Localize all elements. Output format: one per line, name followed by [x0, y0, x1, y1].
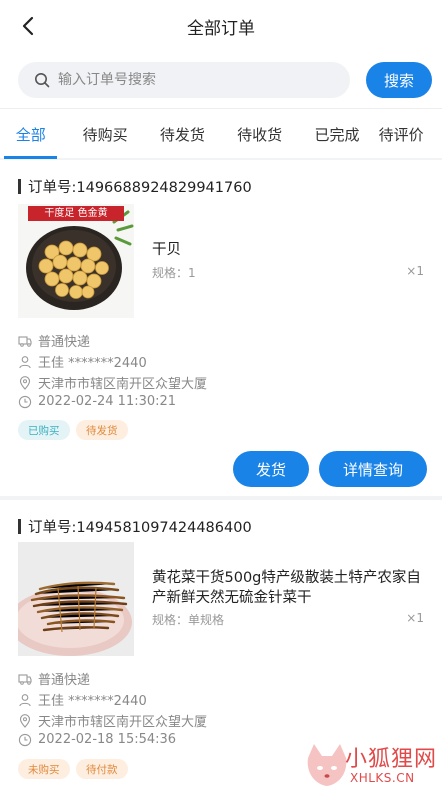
recipient-row: 王佳 *******2440	[18, 690, 147, 709]
order-time: 2022-02-18 15:54:36	[38, 732, 177, 747]
orders-page: 全部订单 搜索 全部 待购买 待发货 待收货 已完成 待评价 订单号:14966…	[0, 0, 442, 792]
delivery-method: 普通快递	[38, 673, 91, 688]
delivery-row: 普通快递	[18, 669, 90, 688]
shipping-address: 天津市市辖区南开区众望大厦	[38, 377, 208, 392]
order-number: 订单号:1496688924829941760	[18, 176, 252, 197]
order-number-text: 订单号:1494581097424486400	[28, 520, 252, 536]
truck-icon	[18, 672, 32, 686]
location-pin-icon	[18, 375, 32, 390]
ship-button[interactable]: 发货	[233, 451, 309, 487]
watermark-subtitle: XHLKS.CN	[350, 771, 415, 785]
truck-icon	[18, 334, 32, 348]
time-row: 2022-02-18 15:54:36	[18, 732, 176, 747]
order-number: 订单号:1494581097424486400	[18, 516, 252, 537]
tab-all[interactable]: 全部	[4, 109, 58, 159]
search-button[interactable]: 搜索	[366, 62, 432, 98]
tab-to-ship[interactable]: 待发货	[145, 109, 220, 159]
search-bar: 搜索	[0, 52, 442, 108]
order-number-marker	[18, 519, 21, 534]
tab-to-receive[interactable]: 待收货	[222, 109, 297, 159]
person-icon	[18, 355, 32, 369]
product-spec: 规格：1	[152, 266, 196, 280]
recipient-info: 王佳 *******2440	[38, 694, 147, 709]
product-quantity: ×1	[406, 611, 424, 625]
status-badge: 待付款	[76, 759, 128, 779]
person-icon	[18, 693, 32, 707]
product-name: 黄花菜干货500g特产级散装土特产农家自产新鲜天然无硫金针菜干	[152, 570, 421, 606]
address-row: 天津市市辖区南开区众望大厦	[18, 711, 207, 730]
product-image-banner: 干度足 色金黄	[44, 208, 108, 219]
status-badge: 待发货	[76, 420, 128, 440]
delivery-row: 普通快递	[18, 331, 90, 350]
shipping-address: 天津市市辖区南开区众望大厦	[38, 715, 208, 730]
clock-icon	[18, 395, 32, 409]
product-quantity: ×1	[406, 264, 424, 278]
order-number-text: 订单号:1496688924829941760	[28, 180, 252, 196]
order-time: 2022-02-24 11:30:21	[38, 394, 177, 409]
status-badge: 已购买	[18, 420, 70, 440]
order-number-marker	[18, 179, 21, 194]
product-image[interactable]	[18, 542, 134, 656]
header-bar: 全部订单	[0, 0, 442, 52]
status-tabs: 全部 待购买 待发货 待收货 已完成 待评价	[0, 108, 442, 159]
location-pin-icon	[18, 713, 32, 728]
order-card: 订单号:1496688924829941760 干度足 色金黄 干贝 规格：1 …	[0, 160, 442, 496]
clock-icon	[18, 733, 32, 747]
product-name: 干贝	[152, 242, 181, 258]
address-row: 天津市市辖区南开区众望大厦	[18, 373, 207, 392]
time-row: 2022-02-24 11:30:21	[18, 394, 176, 409]
search-icon	[34, 72, 50, 88]
detail-query-button[interactable]: 详情查询	[319, 451, 427, 487]
product-spec: 规格：单规格	[152, 613, 225, 627]
tab-completed[interactable]: 已完成	[299, 109, 374, 159]
recipient-row: 王佳 *******2440	[18, 352, 147, 371]
page-title: 全部订单	[187, 19, 255, 39]
recipient-info: 王佳 *******2440	[38, 356, 147, 371]
search-input[interactable]	[58, 72, 318, 88]
search-field[interactable]	[18, 62, 350, 98]
product-image[interactable]: 干度足 色金黄	[18, 204, 134, 318]
tab-to-purchase[interactable]: 待购买	[67, 109, 142, 159]
delivery-method: 普通快递	[38, 335, 91, 350]
watermark-title: 小狐狸网	[345, 747, 438, 772]
status-badge: 未购买	[18, 759, 70, 779]
tab-to-review[interactable]: 待评价	[379, 109, 442, 159]
